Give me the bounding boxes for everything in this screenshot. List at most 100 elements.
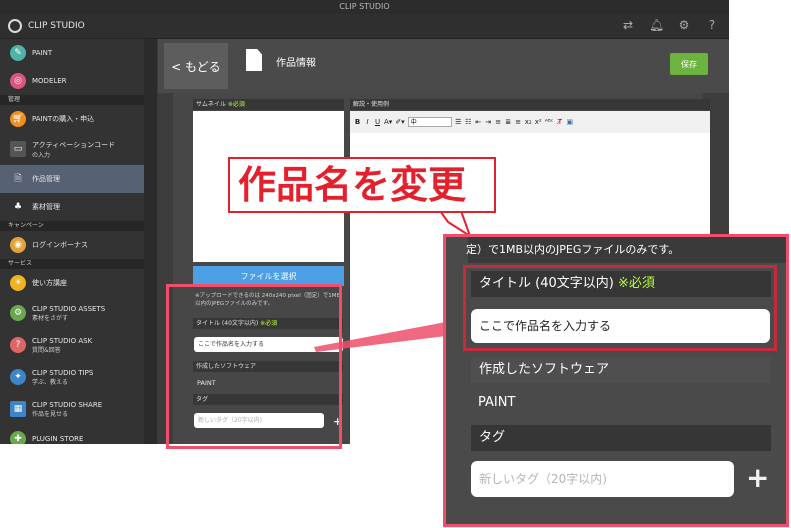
sidebar-item-label: 使い方講座 [32, 279, 67, 287]
sidebar-item-label: MODELER [32, 77, 67, 85]
materials-icon: ♣ [13, 202, 23, 212]
indent-icon[interactable]: ⇥ [485, 118, 492, 126]
share-icon: ▦ [10, 401, 26, 417]
question-icon: ? [10, 337, 26, 353]
align-left-icon[interactable]: ≡ [495, 118, 502, 126]
top-bar: CLIP STUDIO ⇄ 🔔︎ ⚙ ? [0, 14, 729, 39]
clip-studio-logo-icon [8, 19, 22, 33]
top-icons: ⇄ 🔔︎ ⚙ ? [621, 18, 719, 32]
sidebar-item-label: アクティベーションコード の入力 [32, 140, 115, 159]
sidebar-item-label: PLUGIN STORE [32, 435, 84, 443]
sidebar-item-modeler[interactable]: ◎ MODELER [0, 67, 144, 95]
zoom-add-tag-button[interactable]: + [746, 463, 769, 493]
zoom-upload-note: 定）で1MB以内のJPEGファイルのみです。 [466, 243, 680, 256]
align-right-icon[interactable]: ≡ [515, 118, 522, 126]
bonus-icon: ◉ [10, 237, 26, 253]
tips-sub: 学ぶ、教える [32, 378, 68, 386]
sidebar-item-label: 作品管理 [32, 175, 60, 183]
sidebar-item-activation[interactable]: ▭ アクティベーションコード の入力 [0, 133, 144, 165]
sidebar-item-plugin-store[interactable]: ✚ PLUGIN STORE [0, 425, 144, 444]
sidebar-item-label: PAINT [32, 49, 53, 57]
share-sub: 作品を見せる [32, 410, 69, 418]
assets-icon: ⚙ [10, 305, 26, 321]
ask-sub: 質問&回答 [32, 346, 61, 354]
sidebar-item-label: CLIP STUDIO ASSETS 素材をさがす [32, 305, 105, 322]
zoom-tag-header: タグ [471, 425, 771, 451]
align-center-icon[interactable]: ≣ [505, 118, 512, 126]
editor-toolbar: B I U A▾ ✐▾ 中 ☰ ☷ ⇤ ⇥ ≡ ≣ ≡ x₂ x² ᴬᴮᶜ T̸… [350, 111, 710, 133]
sync-icon[interactable]: ⇄ [621, 18, 635, 32]
sidebar-item-label: CLIP STUDIO ASK 質問&回答 [32, 337, 92, 354]
sidebar-scrollbar[interactable] [144, 39, 157, 444]
clear-format-icon[interactable]: T̸ [556, 118, 563, 126]
activation-sub: の入力 [32, 151, 51, 159]
superscript-icon[interactable]: x² [535, 118, 542, 126]
window-title: CLIP STUDIO [0, 0, 729, 14]
card-icon: ▭ [10, 141, 26, 157]
zoom-title-input[interactable]: ここで作品名を入力する [471, 309, 770, 343]
assets-sub: 素材をさがす [32, 314, 69, 322]
outdent-icon[interactable]: ⇤ [475, 118, 482, 126]
zoom-required-mark: ※必須 [617, 276, 655, 291]
callout-label: 作品名を変更 [228, 157, 496, 213]
numbered-list-icon[interactable]: ☷ [465, 118, 472, 126]
sidebar-item-label: CLIP STUDIO TIPS 学ぶ、教える [32, 369, 93, 386]
paint-icon: ✎ [10, 45, 26, 61]
spellcheck-icon[interactable]: ᴬᴮᶜ [545, 118, 554, 126]
sidebar-item-works[interactable]: 🗎 作品管理 [0, 165, 144, 193]
lightbulb-icon: ☀ [10, 275, 26, 291]
section-service: サービス [0, 259, 144, 269]
plugin-icon: ✚ [10, 431, 26, 444]
section-campaign: キャンペーン [0, 221, 144, 231]
bullet-list-icon[interactable]: ☰ [455, 118, 462, 126]
sidebar-item-purchase[interactable]: 🛒︎ PAINTの購入・申込 [0, 105, 144, 133]
cart-icon: 🛒︎ [10, 111, 26, 127]
thumbnail-header: サムネイル ※必須 [193, 99, 344, 110]
zoom-software-value: PAINT [478, 395, 516, 410]
zoom-software-header: 作成したソフトウェア [471, 357, 771, 383]
zoom-tag-input[interactable]: 新しいタグ（20字以内) [471, 461, 734, 497]
sidebar-item-paint[interactable]: ✎ PAINT [0, 39, 144, 67]
sidebar-item-login-bonus[interactable]: ◉ ログインボーナス [0, 231, 144, 259]
brand-name: CLIP STUDIO [28, 21, 85, 31]
bold-button[interactable]: B [354, 118, 361, 126]
activation-label: アクティベーションコード [32, 140, 116, 149]
description-header: 解説・使用例 [350, 99, 710, 110]
document-icon: 🗎 [14, 174, 22, 184]
page-title: 作品情報 [276, 58, 316, 69]
sidebar-item-label: CLIP STUDIO SHARE 作品を見せる [32, 401, 102, 418]
font-size-select[interactable]: 中 [407, 117, 452, 127]
select-file-button[interactable]: ファイルを選択 [193, 266, 344, 286]
help-icon[interactable]: ? [705, 18, 719, 32]
back-button[interactable]: < もどる [164, 43, 228, 89]
highlight-color-icon[interactable]: ✐▾ [395, 118, 404, 126]
sidebar-item-ask[interactable]: ? CLIP STUDIO ASK 質問&回答 [0, 329, 144, 361]
sidebar-item-share[interactable]: ▦ CLIP STUDIO SHARE 作品を見せる [0, 393, 144, 425]
highlight-frame-small [166, 284, 342, 449]
sidebar-item-materials[interactable]: ♣ 素材管理 [0, 193, 144, 221]
zoomed-detail: 定）で1MB以内のJPEGファイルのみです。 タイトル (40文字以内) ※必須… [443, 234, 789, 527]
sidebar: ✎ PAINT ◎ MODELER 管理 🛒︎ PAINTの購入・申込 ▭ アク… [0, 39, 144, 444]
ask-label: CLIP STUDIO ASK [32, 336, 93, 345]
sidebar-item-assets[interactable]: ⚙ CLIP STUDIO ASSETS 素材をさがす [0, 297, 144, 329]
underline-button[interactable]: U [374, 118, 381, 126]
share-label: CLIP STUDIO SHARE [32, 400, 103, 409]
font-color-icon[interactable]: A▾ [384, 118, 392, 126]
insert-image-icon[interactable]: ▣ [566, 118, 574, 126]
required-mark: ※必須 [227, 101, 245, 108]
tips-label: CLIP STUDIO TIPS [32, 368, 94, 377]
subscript-icon[interactable]: x₂ [525, 118, 532, 126]
bell-icon[interactable]: 🔔︎ [649, 18, 664, 32]
italic-button[interactable]: I [364, 118, 371, 126]
modeler-icon: ◎ [10, 73, 26, 89]
sidebar-item-label: 素材管理 [32, 203, 60, 211]
gear-icon[interactable]: ⚙ [677, 18, 691, 32]
sidebar-item-tips[interactable]: ✦ CLIP STUDIO TIPS 学ぶ、教える [0, 361, 144, 393]
section-manage: 管理 [0, 95, 144, 105]
save-button[interactable]: 保存 [670, 53, 708, 75]
sidebar-item-label: PAINTの購入・申込 [32, 115, 95, 123]
page-header: < もどる 作品情報 保存 [158, 39, 729, 93]
document-icon [246, 49, 262, 71]
brand[interactable]: CLIP STUDIO [8, 19, 85, 33]
sidebar-item-tutorials[interactable]: ☀ 使い方講座 [0, 269, 144, 297]
